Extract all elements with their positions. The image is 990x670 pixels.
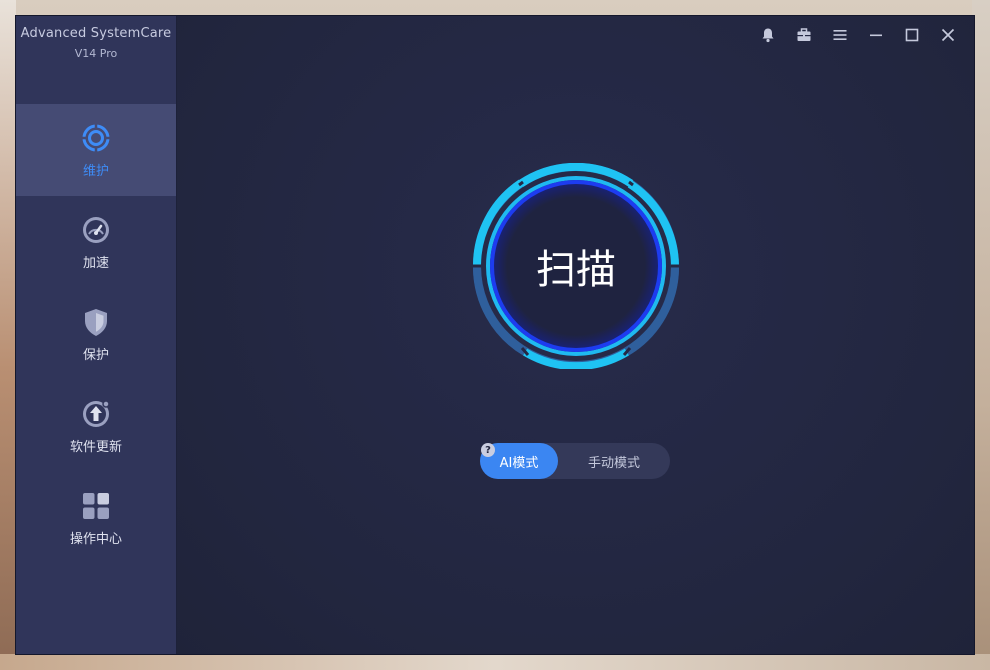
speedometer-icon xyxy=(80,214,112,246)
update-arrow-icon xyxy=(80,398,112,430)
maximize-icon xyxy=(904,27,920,43)
maintenance-icon xyxy=(80,122,112,154)
app-version: V14 Pro xyxy=(74,47,118,60)
sidebar-item-action-center[interactable]: 操作中心 xyxy=(16,472,176,564)
close-icon xyxy=(940,27,956,43)
toolbox-button[interactable] xyxy=(786,24,822,46)
manual-mode-option[interactable]: 手动模式 xyxy=(558,443,670,479)
menu-button[interactable] xyxy=(822,24,858,46)
sidebar-item-speedup[interactable]: 加速 xyxy=(16,196,176,288)
scan-button[interactable]: 扫描 xyxy=(506,196,646,336)
sidebar-nav: 维护 加速 保护 软件更新 操作中心 xyxy=(16,104,176,564)
help-icon[interactable]: ? xyxy=(481,443,495,457)
sidebar-item-label: 维护 xyxy=(82,163,109,179)
sidebar-item-protect[interactable]: 保护 xyxy=(16,288,176,380)
sidebar-item-software-update[interactable]: 软件更新 xyxy=(16,380,176,472)
app-title: Advanced SystemCare xyxy=(20,26,172,41)
menu-icon xyxy=(832,27,848,43)
scan-control: 扫描 xyxy=(473,163,679,369)
sidebar-item-label: 软件更新 xyxy=(69,439,122,455)
background-photo-left xyxy=(0,0,16,670)
sidebar: Advanced SystemCare V14 Pro 维护 加速 保护 软件更… xyxy=(16,16,177,654)
notifications-button[interactable] xyxy=(750,24,786,46)
background-photo-bottom xyxy=(0,654,990,670)
shield-icon xyxy=(80,306,112,338)
minimize-icon xyxy=(868,27,884,43)
mode-toggle: AI模式 手动模式 xyxy=(480,443,670,479)
toolbox-icon xyxy=(796,27,812,43)
grid-icon xyxy=(80,490,112,522)
maximize-button[interactable] xyxy=(894,24,930,46)
sidebar-item-maintenance[interactable]: 维护 xyxy=(16,104,176,196)
close-button[interactable] xyxy=(930,24,966,46)
bell-icon xyxy=(760,27,776,43)
app-window: Advanced SystemCare V14 Pro 维护 加速 保护 软件更… xyxy=(16,16,974,654)
main-panel: 扫描 AI模式 手动模式 ? xyxy=(177,16,974,654)
brand: Advanced SystemCare V14 Pro xyxy=(16,16,176,104)
titlebar-controls xyxy=(750,24,966,46)
minimize-button[interactable] xyxy=(858,24,894,46)
sidebar-item-label: 保护 xyxy=(82,347,109,363)
sidebar-item-label: 加速 xyxy=(82,255,109,271)
background-photo-right xyxy=(972,0,990,670)
sidebar-item-label: 操作中心 xyxy=(69,531,122,547)
